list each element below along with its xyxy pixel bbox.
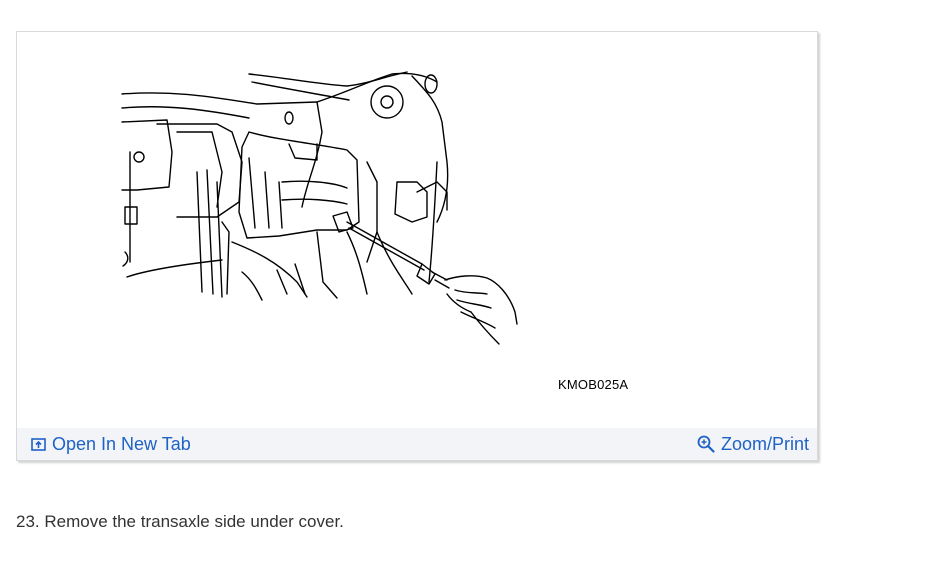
zoom-print-label: Zoom/Print xyxy=(720,433,809,454)
zoom-print-button[interactable]: Zoom/Print xyxy=(697,428,809,460)
open-in-new-tab-button[interactable]: Open In New Tab xyxy=(31,428,191,460)
figure-card: KMOB025A Open In New Tab Zoom/Print xyxy=(16,31,818,461)
figure-code-label: KMOB025A xyxy=(558,377,629,392)
open-in-new-tab-label: Open In New Tab xyxy=(52,433,191,454)
figure-toolbar: Open In New Tab Zoom/Print xyxy=(17,428,817,460)
zoom-icon xyxy=(697,435,715,453)
step-instruction: 23. Remove the transaxle side under cove… xyxy=(16,512,344,531)
transaxle-cover-illustration xyxy=(121,71,518,345)
open-in-new-tab-icon xyxy=(31,437,46,451)
